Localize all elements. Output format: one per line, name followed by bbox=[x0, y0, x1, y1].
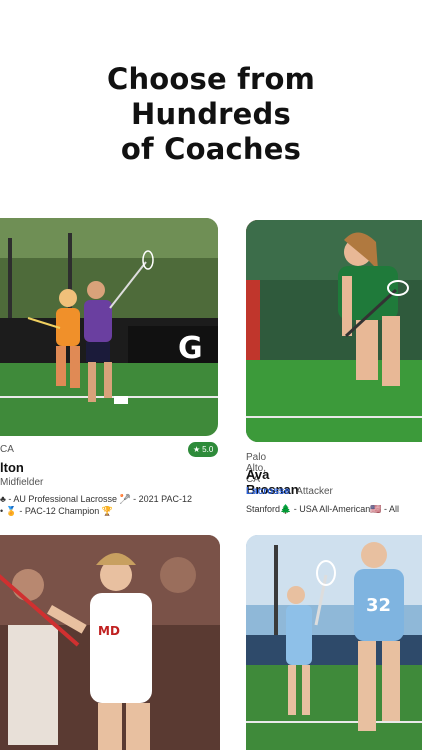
coach-photo-2[interactable] bbox=[246, 220, 422, 442]
coach-position-line: Midfielder bbox=[0, 477, 43, 488]
title-line-3: of Coaches bbox=[120, 132, 302, 166]
coach-photo-1[interactable]: G bbox=[0, 218, 218, 436]
lacrosse-player-image: MD bbox=[0, 535, 220, 750]
coach-location: CA bbox=[0, 444, 14, 455]
coach-sport[interactable]: Lacrosse bbox=[246, 486, 290, 497]
coach-photo-3[interactable]: MD bbox=[0, 535, 220, 750]
page-title: Choose from Hundreds of Coaches bbox=[0, 62, 422, 167]
bio-line-1: Stanford🌲 - USA All-American🇺🇸 - All bbox=[246, 504, 399, 514]
coach-bio: Stanford🌲 - USA All-American🇺🇸 - All bbox=[246, 503, 399, 515]
lacrosse-player-image bbox=[246, 220, 422, 442]
bio-line-1: ♣ - AU Professional Lacrosse 🥍 - 2021 PA… bbox=[0, 494, 193, 504]
coach-name: lton bbox=[0, 460, 24, 475]
svg-text:32: 32 bbox=[366, 595, 391, 616]
lacrosse-action-image: G bbox=[0, 218, 218, 436]
coach-position: Attacker bbox=[296, 486, 333, 497]
title-line-2: Hundreds bbox=[131, 97, 291, 131]
rating-badge: ★ 5.0 bbox=[188, 442, 219, 457]
title-line-1: Choose from bbox=[106, 62, 316, 96]
lacrosse-action-image: 32 bbox=[246, 535, 422, 750]
svg-text:MD: MD bbox=[98, 624, 120, 638]
coach-sport-line: Lacrosse Attacker bbox=[246, 486, 333, 497]
bio-line-2: • 🏅 - PAC-12 Champion 🏆 bbox=[0, 506, 113, 516]
star-icon: ★ bbox=[193, 445, 201, 454]
coach-bio: ♣ - AU Professional Lacrosse 🥍 - 2021 PA… bbox=[0, 493, 192, 517]
coach-position: Midfielder bbox=[0, 477, 44, 488]
coach-photo-4[interactable]: 32 bbox=[246, 535, 422, 750]
rating-value: 5.0 bbox=[202, 445, 214, 454]
svg-text:G: G bbox=[178, 331, 203, 366]
